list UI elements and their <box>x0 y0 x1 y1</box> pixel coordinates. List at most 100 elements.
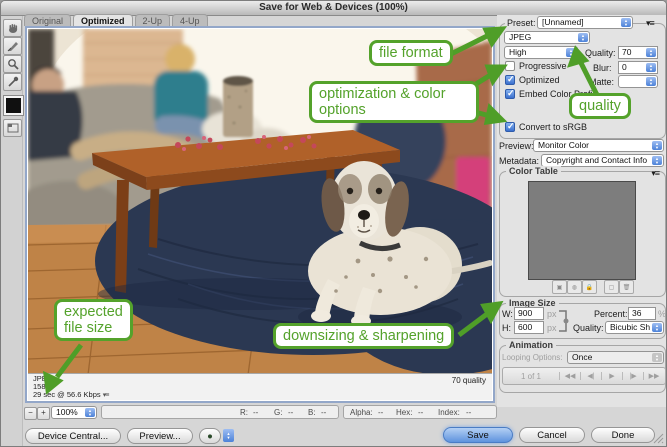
preview-select-label: Preview: <box>499 141 534 151</box>
stepper-icon <box>646 77 656 86</box>
rgb-readout-bar: R: -- G: -- B: -- <box>101 405 339 419</box>
slice-knife-icon <box>7 40 19 52</box>
preset-flyout-icon[interactable]: ▾≡ <box>646 18 654 29</box>
quality-label: Quality: <box>585 48 616 58</box>
optimized-label: Optimized <box>519 75 560 85</box>
resample-quality-dropdown[interactable]: Bicubic Sharper <box>605 321 664 334</box>
stepper-icon <box>652 353 662 362</box>
progressive-label: Progressive <box>519 61 567 71</box>
stepper-icon <box>578 33 588 42</box>
zoom-level-dropdown[interactable]: 100% <box>51 406 97 419</box>
play-button[interactable]: ▶ <box>601 372 622 380</box>
cancel-button[interactable]: Cancel <box>519 427 585 443</box>
preview-in-browser-button[interactable]: Preview... <box>127 428 193 444</box>
looping-options-dropdown[interactable]: Once <box>567 351 664 364</box>
zoom-tool-button[interactable] <box>3 55 22 73</box>
preset-dropdown[interactable]: [Unnamed] <box>537 16 633 29</box>
map-transparent-button[interactable]: ▣ <box>552 280 567 294</box>
done-button[interactable]: Done <box>591 427 655 443</box>
delete-color-button[interactable]: 🗑 <box>619 280 634 294</box>
blur-field[interactable]: 0 <box>618 61 658 74</box>
tool-column <box>1 16 23 446</box>
width-field[interactable]: 900 <box>514 307 544 320</box>
lock-color-button[interactable]: 🔒 <box>582 280 597 294</box>
percent-unit: % <box>658 309 666 319</box>
callout-file-format: file format <box>369 40 453 66</box>
stepper-icon <box>646 63 656 72</box>
hex-label: Hex: <box>396 408 412 417</box>
tab-original[interactable]: Original <box>24 14 71 26</box>
preset-label: Preset: <box>505 18 538 28</box>
width-label: W: <box>502 309 513 319</box>
stepper-icon <box>646 48 656 57</box>
callout-downsizing: downsizing & sharpening <box>273 323 454 349</box>
callout-quality: quality <box>569 93 631 119</box>
hand-icon <box>7 22 19 34</box>
g-value: -- <box>288 408 293 417</box>
convert-srgb-label: Convert to sRGB <box>519 122 587 132</box>
looping-options-label: Looping Options: <box>502 353 563 362</box>
convert-srgb-checkbox[interactable] <box>505 122 515 132</box>
alpha-hex-index-bar: Alpha: -- Hex: -- Index: -- <box>343 405 497 419</box>
last-frame-button[interactable]: ▶▶ <box>643 372 664 380</box>
device-central-button[interactable]: Device Central... <box>25 428 121 444</box>
quality-field[interactable]: 70 <box>618 46 658 59</box>
slice-select-tool-button[interactable] <box>3 37 22 55</box>
compression-dropdown[interactable]: High <box>504 46 578 59</box>
frame-counter: 1 of 1 <box>503 372 559 381</box>
eyedropper-tool-button[interactable] <box>3 73 22 91</box>
r-value: -- <box>253 408 258 417</box>
preview-tabs: Original Optimized 2-Up 4-Up <box>24 14 208 26</box>
status-flyout-icon[interactable]: ▾≡ <box>103 392 109 399</box>
tab-optimized[interactable]: Optimized <box>73 14 133 26</box>
new-color-button[interactable]: ▢ <box>604 280 619 294</box>
percent-field[interactable]: 36 <box>628 307 656 320</box>
color-table-area[interactable] <box>528 181 636 280</box>
callout-expected-file-size: expected file size <box>54 299 133 341</box>
hand-tool-button[interactable] <box>3 19 22 37</box>
first-frame-button[interactable]: ◀◀ <box>559 372 580 380</box>
matte-label: Matte: <box>589 77 614 87</box>
link-dimensions-icon <box>557 309 571 333</box>
hex-value: -- <box>418 408 423 417</box>
animation-title: Animation <box>506 340 556 351</box>
candle-centerpiece <box>223 76 253 137</box>
progressive-checkbox[interactable] <box>505 61 515 71</box>
b-label: B: <box>308 408 316 417</box>
stepper-icon <box>621 18 631 27</box>
index-label: Index: <box>438 408 460 417</box>
zoom-out-button[interactable]: − <box>24 407 37 420</box>
matte-dropdown[interactable] <box>618 75 658 88</box>
format-dropdown[interactable]: JPEG <box>504 31 590 44</box>
settings-panel: Preset: [Unnamed] ▾≡ JPEG High Quality: … <box>497 15 667 407</box>
save-button[interactable]: Save <box>443 427 513 443</box>
toggle-slices-button[interactable] <box>3 119 22 137</box>
magnifier-icon <box>7 58 19 70</box>
web-shift-button[interactable]: ◍ <box>567 280 582 294</box>
optimized-checkbox[interactable] <box>505 75 515 85</box>
callout-optimization: optimization & color options <box>309 81 479 123</box>
tab-2up[interactable]: 2-Up <box>135 14 171 26</box>
height-field[interactable]: 600 <box>514 321 544 334</box>
preview-dropdown[interactable]: Monitor Color <box>533 139 664 152</box>
zoom-in-button[interactable]: + <box>37 407 50 420</box>
next-frame-button[interactable]: |▶ <box>622 372 643 380</box>
embed-profile-checkbox[interactable] <box>505 89 515 99</box>
browser-select-stepper[interactable] <box>223 429 234 442</box>
width-unit: px <box>547 309 557 319</box>
color-table-flyout-icon[interactable]: ▾≡ <box>651 168 659 179</box>
index-value: -- <box>466 408 471 417</box>
height-unit: px <box>547 323 557 333</box>
stepper-icon <box>85 408 95 417</box>
alpha-value: -- <box>378 408 383 417</box>
color-table-title: Color Table <box>506 166 561 177</box>
matte-color-swatch[interactable] <box>4 96 23 115</box>
prev-frame-button[interactable]: ◀| <box>580 372 601 380</box>
resize-grip-icon[interactable] <box>651 431 664 444</box>
b-value: -- <box>321 408 326 417</box>
browser-icon-button[interactable]: ● <box>199 428 221 444</box>
g-label: G: <box>274 408 282 417</box>
stepper-icon <box>566 48 576 57</box>
r-label: R: <box>240 408 248 417</box>
tab-4up[interactable]: 4-Up <box>172 14 208 26</box>
